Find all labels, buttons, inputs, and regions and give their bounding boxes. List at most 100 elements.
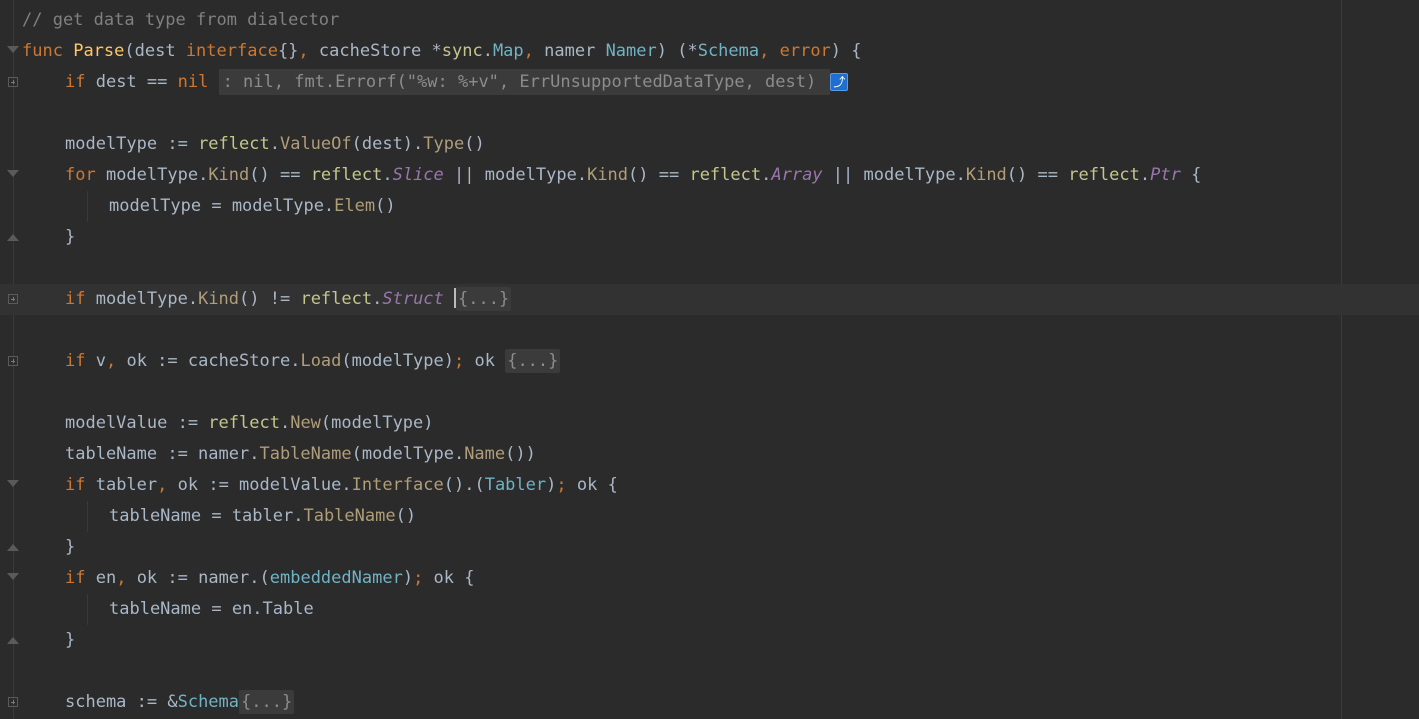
code-line[interactable] — [0, 377, 1419, 408]
fold-expand-icon[interactable] — [8, 356, 18, 366]
folded-code-placeholder[interactable]: {...} — [505, 349, 561, 373]
code-line[interactable] — [0, 656, 1419, 687]
code-text: for modelType.Kind() == reflect.Slice ||… — [65, 160, 1201, 191]
code-token: Ptr — [1150, 165, 1181, 185]
folded-code-placeholder[interactable]: {...} — [456, 287, 512, 311]
fold-expand-icon[interactable] — [8, 697, 18, 707]
code-lines[interactable]: // get data type from dialector func Pars… — [0, 5, 1419, 718]
code-line[interactable]: func Parse(dest interface{}, cacheStore … — [0, 36, 1419, 67]
code-token: New — [290, 413, 321, 433]
code-token: embeddedNamer — [269, 568, 403, 588]
code-line[interactable]: if v, ok := cacheStore.Load(modelType); … — [0, 346, 1419, 377]
code-token: if — [65, 289, 86, 309]
code-token: , — [116, 568, 137, 588]
code-token: namer — [544, 41, 606, 61]
code-token: Load — [300, 351, 342, 371]
code-text: if tabler, ok := modelValue.Interface().… — [65, 470, 618, 501]
code-line[interactable]: tableName = en.Table — [0, 594, 1419, 625]
navigate-arrow-icon[interactable]: ⤴ — [830, 73, 849, 91]
code-token: ok { — [433, 568, 475, 588]
code-line[interactable]: schema := &Schema {...} — [0, 687, 1419, 718]
code-text: tableName = tabler.TableName() — [109, 501, 416, 532]
code-token: modelType = modelType. — [109, 196, 335, 216]
code-token: ok := cacheStore. — [126, 351, 301, 371]
code-token: (dest — [124, 41, 186, 61]
code-token: if — [65, 475, 86, 495]
code-token: if — [65, 72, 86, 92]
indent-guide — [87, 501, 88, 532]
code-line[interactable]: if tabler, ok := modelValue.Interface().… — [0, 470, 1419, 501]
fold-end-icon[interactable] — [7, 637, 19, 644]
code-token: reflect — [689, 165, 762, 185]
code-token: || modelType. — [822, 165, 966, 185]
code-token: interface — [185, 41, 278, 61]
code-token: () — [395, 506, 417, 526]
code-line[interactable]: modelType := reflect.ValueOf(dest).Type(… — [0, 129, 1419, 160]
fold-expand-icon[interactable] — [8, 294, 18, 304]
code-line[interactable] — [0, 253, 1419, 284]
code-token: TableName — [259, 444, 352, 464]
code-token: if — [65, 568, 86, 588]
code-line[interactable]: if en, ok := namer.(embeddedNamer); ok { — [0, 563, 1419, 594]
code-text: } — [65, 222, 75, 253]
code-token: ) (* — [656, 41, 698, 61]
code-line[interactable]: if modelType.Kind() != reflect.Struct {.… — [0, 284, 1419, 315]
code-token: for — [65, 165, 96, 185]
code-line[interactable]: // get data type from dialector — [0, 5, 1419, 36]
fold-collapse-icon[interactable] — [7, 480, 19, 487]
code-line[interactable] — [0, 98, 1419, 129]
inline-folded-hint[interactable]: : nil, fmt.Errorf("%w: %+v", ErrUnsuppor… — [218, 69, 831, 95]
code-token: ok — [474, 351, 506, 371]
code-token: Parse — [73, 41, 125, 61]
fold-collapse-icon[interactable] — [7, 573, 19, 580]
code-token: ()) — [505, 444, 536, 464]
code-text: tableName = en.Table — [109, 594, 314, 625]
code-token: Kind — [587, 165, 629, 185]
code-line[interactable]: tableName := namer.TableName(modelType.N… — [0, 439, 1419, 470]
code-token: dest == — [85, 72, 178, 92]
code-text: } — [65, 532, 75, 563]
fold-expand-icon[interactable] — [8, 77, 18, 87]
code-line[interactable]: tableName = tabler.TableName() — [0, 501, 1419, 532]
code-token: (modelType. — [351, 444, 465, 464]
code-token: Type — [423, 134, 465, 154]
code-token: ) { — [830, 41, 862, 61]
code-line[interactable]: if dest == nil : nil, fmt.Errorf("%w: %+… — [0, 67, 1419, 98]
folded-code-placeholder[interactable]: {...} — [239, 690, 295, 714]
code-line[interactable]: for modelType.Kind() == reflect.Slice ||… — [0, 160, 1419, 191]
code-editor[interactable]: // get data type from dialector func Pars… — [0, 0, 1419, 719]
indent-guide — [87, 594, 88, 625]
code-text: if modelType.Kind() != reflect.Struct {.… — [65, 284, 512, 315]
code-token: || modelType. — [443, 165, 588, 185]
code-line[interactable]: } — [0, 625, 1419, 656]
code-token: Slice — [392, 165, 444, 185]
code-token: schema := & — [65, 692, 178, 712]
code-token: . — [372, 289, 383, 309]
code-token: reflect — [310, 165, 383, 185]
code-text: modelType = modelType.Elem() — [109, 191, 396, 222]
fold-collapse-icon[interactable] — [7, 170, 19, 177]
code-token: , — [523, 41, 545, 61]
code-token: reflect — [198, 134, 270, 154]
code-line[interactable]: } — [0, 532, 1419, 563]
code-token: func — [22, 41, 63, 61]
code-token: () — [375, 196, 396, 216]
code-line[interactable]: } — [0, 222, 1419, 253]
fold-end-icon[interactable] — [7, 544, 19, 551]
code-token: (modelType) — [341, 351, 454, 371]
code-line[interactable] — [0, 315, 1419, 346]
fold-end-icon[interactable] — [7, 234, 19, 241]
code-token: ValueOf — [279, 134, 352, 154]
code-token: Schema — [697, 41, 760, 61]
code-token: v — [85, 351, 106, 371]
code-line[interactable]: modelType = modelType.Elem() — [0, 191, 1419, 222]
code-token: , — [105, 351, 127, 371]
fold-collapse-icon[interactable] — [7, 46, 19, 53]
code-token: , — [298, 41, 319, 61]
code-token: tableName := namer. — [65, 444, 260, 464]
code-line[interactable]: modelValue := reflect.New(modelType) — [0, 408, 1419, 439]
code-token: en — [85, 568, 117, 588]
code-token: Name — [464, 444, 506, 464]
